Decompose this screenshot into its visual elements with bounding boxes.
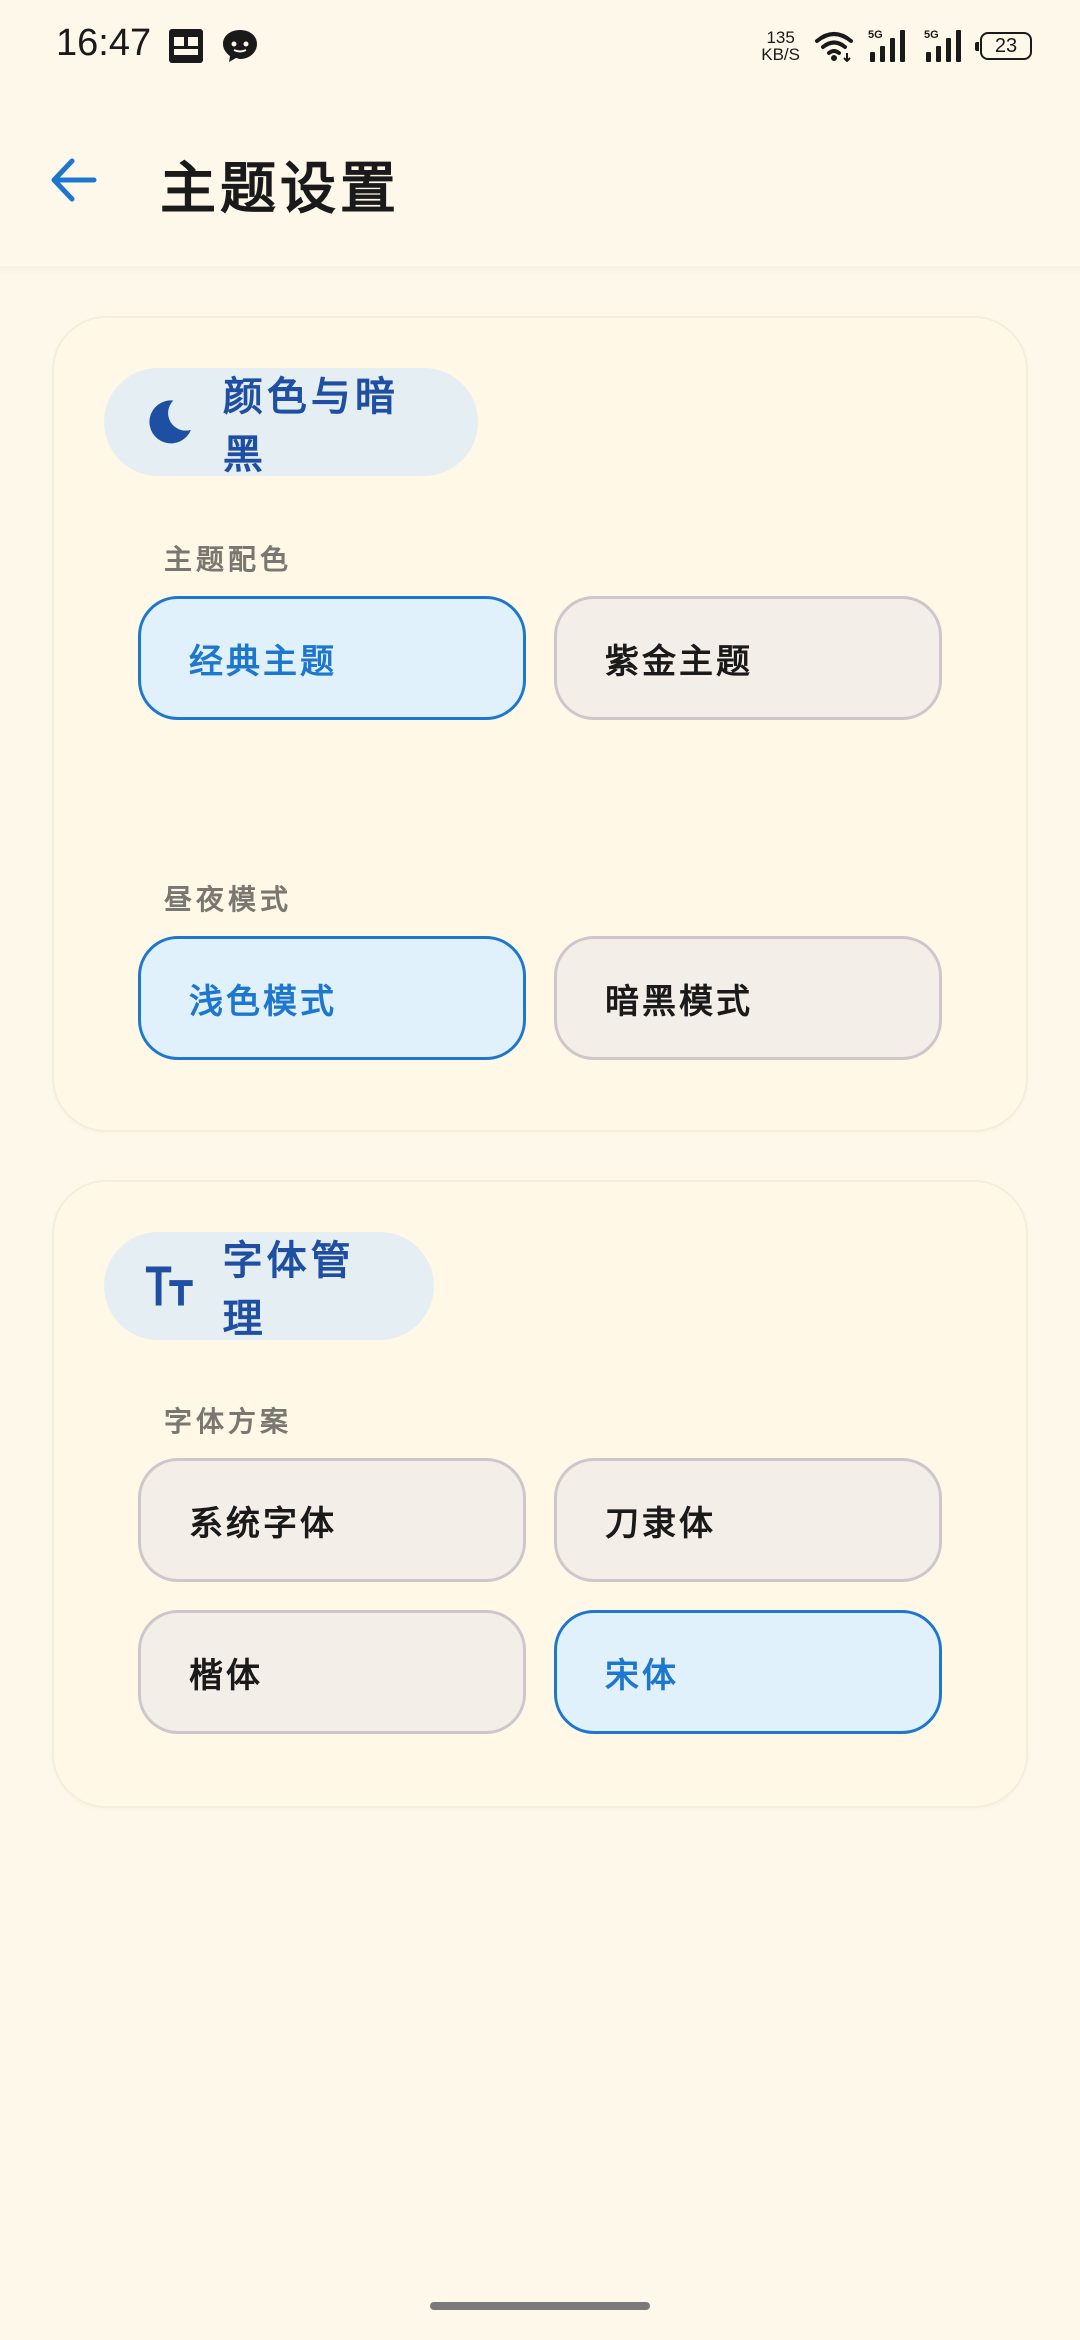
appearance-card: 颜色与暗黑 主题配色 经典主题 紫金主题 昼夜模式 浅色模式 暗黑模式 — [54, 318, 1026, 1130]
option-songti-font[interactable]: 宋体 — [554, 1610, 942, 1734]
gallery-app-icon — [169, 29, 203, 63]
wifi-icon — [815, 32, 853, 62]
font-card: 字体管理 字体方案 系统字体 刀隶体 楷体 宋体 — [54, 1182, 1026, 1806]
option-kaiti-font[interactable]: 楷体 — [138, 1610, 526, 1734]
network-speed: 135 KB/S — [761, 29, 800, 63]
option-system-font[interactable]: 系统字体 — [138, 1458, 526, 1582]
header-divider — [0, 266, 1080, 276]
svg-text:5G: 5G — [868, 29, 883, 41]
svg-text:5G: 5G — [924, 29, 939, 41]
arrow-left-icon[interactable] — [44, 148, 108, 212]
battery-icon: 23 — [975, 32, 1032, 60]
status-indicators: 135 KB/S 5G 5G 23 — [761, 26, 1032, 66]
net-speed-value: 135 — [766, 28, 795, 47]
theme-color-label: 主题配色 — [164, 543, 293, 576]
page-title: 主题设置 — [160, 156, 400, 222]
appearance-section-title: 颜色与暗黑 — [222, 373, 399, 478]
option-light-mode[interactable]: 浅色模式 — [138, 936, 526, 1060]
option-purple-gold-theme[interactable]: 紫金主题 — [554, 596, 942, 720]
app-header: 主题设置 — [0, 92, 1080, 268]
net-speed-unit: KB/S — [761, 45, 800, 64]
option-daoli-font[interactable]: 刀隶体 — [554, 1458, 942, 1582]
font-section-header: 字体管理 — [104, 1232, 434, 1342]
moon-icon — [149, 400, 191, 444]
text-size-icon — [145, 1266, 193, 1306]
option-dark-mode[interactable]: 暗黑模式 — [554, 936, 942, 1060]
font-scheme-label: 字体方案 — [164, 1405, 293, 1438]
chat-app-icon — [223, 30, 257, 62]
option-classic-theme[interactable]: 经典主题 — [138, 596, 526, 720]
appearance-section-header: 颜色与暗黑 — [104, 368, 478, 478]
font-section-title: 字体管理 — [222, 1237, 355, 1342]
signal-5g-icon-2: 5G — [924, 29, 961, 62]
home-indicator[interactable] — [430, 2302, 650, 2310]
signal-5g-icon: 5G — [868, 29, 905, 62]
day-night-label: 昼夜模式 — [164, 883, 293, 916]
status-bar: 16:47 135 KB/S 5G 5G 23 — [0, 0, 1080, 92]
status-time: 16:47 — [56, 22, 152, 64]
